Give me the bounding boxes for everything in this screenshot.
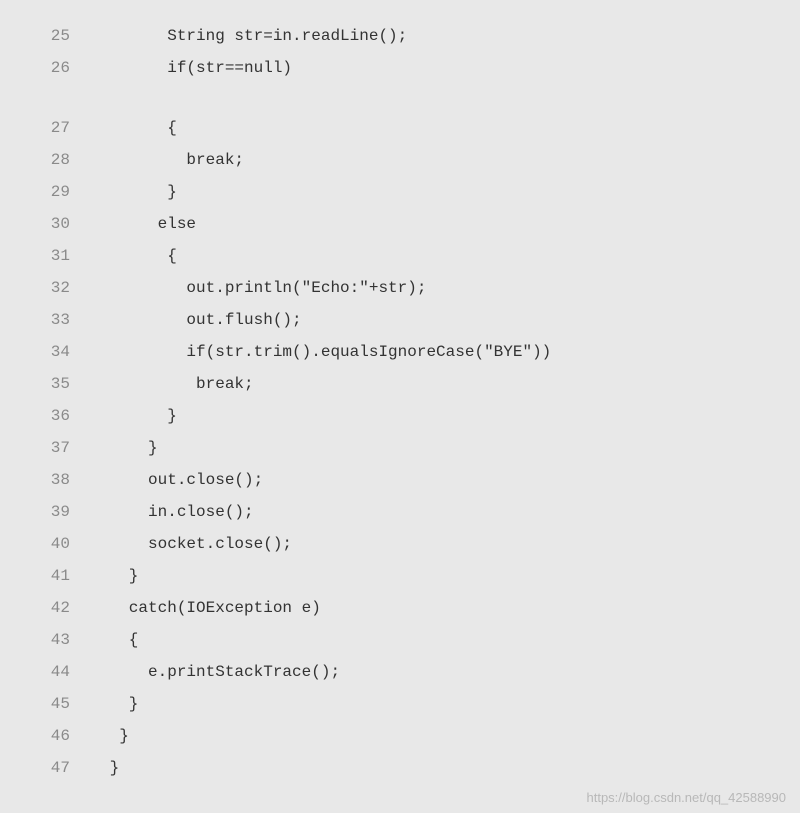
code-text: } — [100, 560, 138, 592]
code-line: 36 } — [40, 400, 780, 432]
code-text: socket.close(); — [100, 528, 292, 560]
line-number: 33 — [40, 304, 100, 336]
code-text: String str=in.readLine(); — [100, 20, 407, 52]
line-number: 34 — [40, 336, 100, 368]
line-number: 35 — [40, 368, 100, 400]
line-number: 25 — [40, 20, 100, 52]
code-line: 40 socket.close(); — [40, 528, 780, 560]
code-line: 31 { — [40, 240, 780, 272]
code-line: 45 } — [40, 688, 780, 720]
code-line: 25 String str=in.readLine(); — [40, 20, 780, 52]
line-number: 39 — [40, 496, 100, 528]
code-text: { — [100, 624, 138, 656]
code-text: catch(IOException e) — [100, 592, 321, 624]
line-number: 30 — [40, 208, 100, 240]
code-line: 39 in.close(); — [40, 496, 780, 528]
code-line: 32 out.println("Echo:"+str); — [40, 272, 780, 304]
line-number: 37 — [40, 432, 100, 464]
code-line: 35 break; — [40, 368, 780, 400]
code-text: { — [100, 240, 177, 272]
code-line: 27 { — [40, 112, 780, 144]
code-line: 44 e.printStackTrace(); — [40, 656, 780, 688]
code-line: 33 out.flush(); — [40, 304, 780, 336]
code-text: out.flush(); — [100, 304, 302, 336]
code-text: in.close(); — [100, 496, 254, 528]
code-line: 29 } — [40, 176, 780, 208]
code-text: } — [100, 176, 177, 208]
code-text: } — [100, 432, 158, 464]
code-line: 43 { — [40, 624, 780, 656]
line-number: 42 — [40, 592, 100, 624]
code-text: { — [100, 112, 177, 144]
code-line: 37 } — [40, 432, 780, 464]
code-line: 47 } — [40, 752, 780, 784]
code-text: } — [100, 688, 138, 720]
line-number: 46 — [40, 720, 100, 752]
line-number: 41 — [40, 560, 100, 592]
line-number: 44 — [40, 656, 100, 688]
code-line: 34 if(str.trim().equalsIgnoreCase("BYE")… — [40, 336, 780, 368]
line-number: 31 — [40, 240, 100, 272]
code-text: } — [100, 752, 119, 784]
line-number: 26 — [40, 52, 100, 84]
code-line: 28 break; — [40, 144, 780, 176]
code-line: 46 } — [40, 720, 780, 752]
code-block: 25 String str=in.readLine();26 if(str==n… — [40, 20, 780, 784]
code-text: out.close(); — [100, 464, 263, 496]
watermark-text: https://blog.csdn.net/qq_42588990 — [587, 790, 787, 805]
line-number: 38 — [40, 464, 100, 496]
code-line: 26 if(str==null) — [40, 52, 780, 84]
line-number: 43 — [40, 624, 100, 656]
line-number: 47 — [40, 752, 100, 784]
line-number: 32 — [40, 272, 100, 304]
line-number: 40 — [40, 528, 100, 560]
code-line: 42 catch(IOException e) — [40, 592, 780, 624]
blank-line — [40, 84, 780, 112]
code-text: if(str==null) — [100, 52, 292, 84]
code-text: break; — [100, 368, 254, 400]
code-text: break; — [100, 144, 244, 176]
code-text: } — [100, 400, 177, 432]
line-number: 28 — [40, 144, 100, 176]
line-number: 36 — [40, 400, 100, 432]
code-text: e.printStackTrace(); — [100, 656, 340, 688]
code-line: 41 } — [40, 560, 780, 592]
code-text: if(str.trim().equalsIgnoreCase("BYE")) — [100, 336, 551, 368]
line-number: 27 — [40, 112, 100, 144]
code-line: 30 else — [40, 208, 780, 240]
code-line: 38 out.close(); — [40, 464, 780, 496]
line-number: 45 — [40, 688, 100, 720]
code-text: } — [100, 720, 129, 752]
code-text: else — [100, 208, 196, 240]
line-number: 29 — [40, 176, 100, 208]
code-text: out.println("Echo:"+str); — [100, 272, 426, 304]
